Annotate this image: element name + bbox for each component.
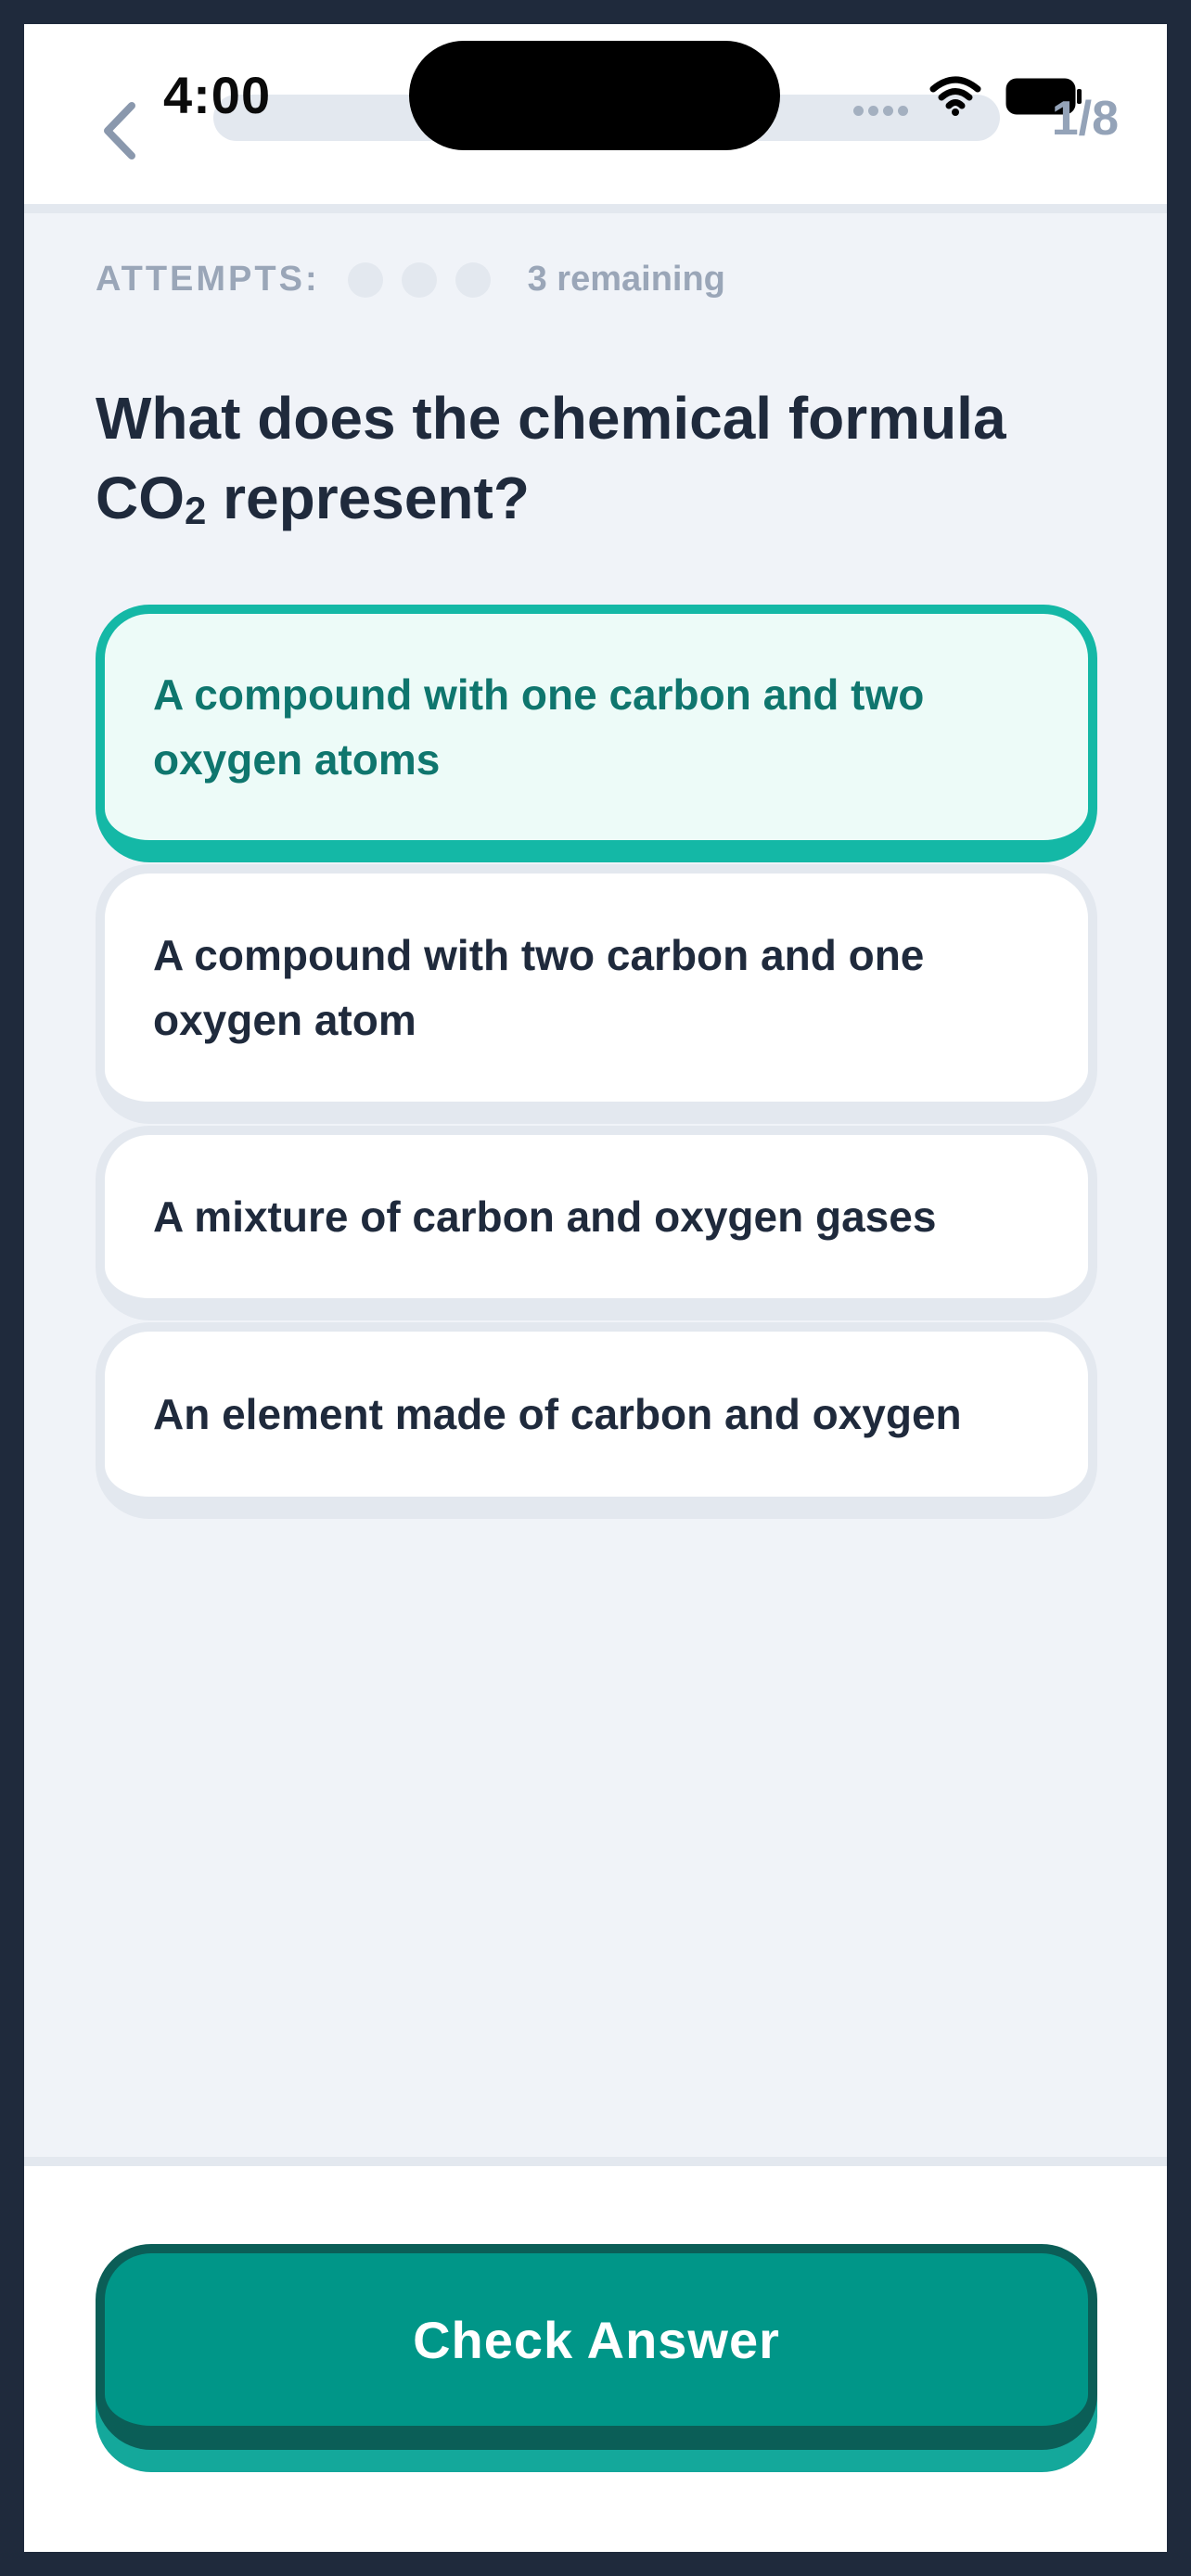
answer-option-label: A compound with one carbon and two oxyge… bbox=[153, 670, 925, 784]
answer-option-label: A mixture of carbon and oxygen gases bbox=[153, 1192, 937, 1241]
question-counter: 1/8 bbox=[1051, 92, 1119, 146]
back-button[interactable] bbox=[91, 89, 147, 172]
answer-option-3[interactable]: A mixture of carbon and oxygen gases bbox=[96, 1126, 1097, 1320]
answer-option-4[interactable]: An element made of carbon and oxygen bbox=[96, 1322, 1097, 1519]
status-time: 4:00 bbox=[163, 66, 272, 124]
check-answer-label: Check Answer bbox=[413, 2310, 780, 2369]
attempts-label: ATTEMPTS: bbox=[96, 260, 320, 299]
answer-option-1[interactable]: A compound with one carbon and two oxyge… bbox=[96, 605, 1097, 862]
answer-option-2[interactable]: A compound with two carbon and one oxyge… bbox=[96, 864, 1097, 1124]
attempts-indicator: ATTEMPTS: 3 remaining bbox=[96, 260, 725, 300]
signal-icon bbox=[853, 106, 908, 116]
attempts-remaining: 3 remaining bbox=[527, 260, 725, 299]
question-text: What does the chemical formula CO2 repre… bbox=[96, 385, 1006, 532]
quiz-header: 4:00 1/8 bbox=[24, 24, 1167, 213]
wifi-icon bbox=[929, 76, 981, 116]
answer-option-label: An element made of carbon and oxygen bbox=[153, 1390, 962, 1438]
phone-screen: 4:00 1/8 ATTEMPTS: 3 remaining What does… bbox=[24, 24, 1167, 2552]
attempt-dots bbox=[347, 261, 491, 298]
dynamic-island bbox=[409, 41, 780, 150]
check-answer-button[interactable]: Check Answer bbox=[96, 2244, 1097, 2450]
attempt-dot bbox=[401, 261, 437, 298]
chevron-left-icon bbox=[104, 102, 135, 159]
answer-option-label: A compound with two carbon and one oxyge… bbox=[153, 931, 925, 1044]
attempt-dot bbox=[455, 261, 491, 298]
attempt-dot bbox=[347, 261, 383, 298]
